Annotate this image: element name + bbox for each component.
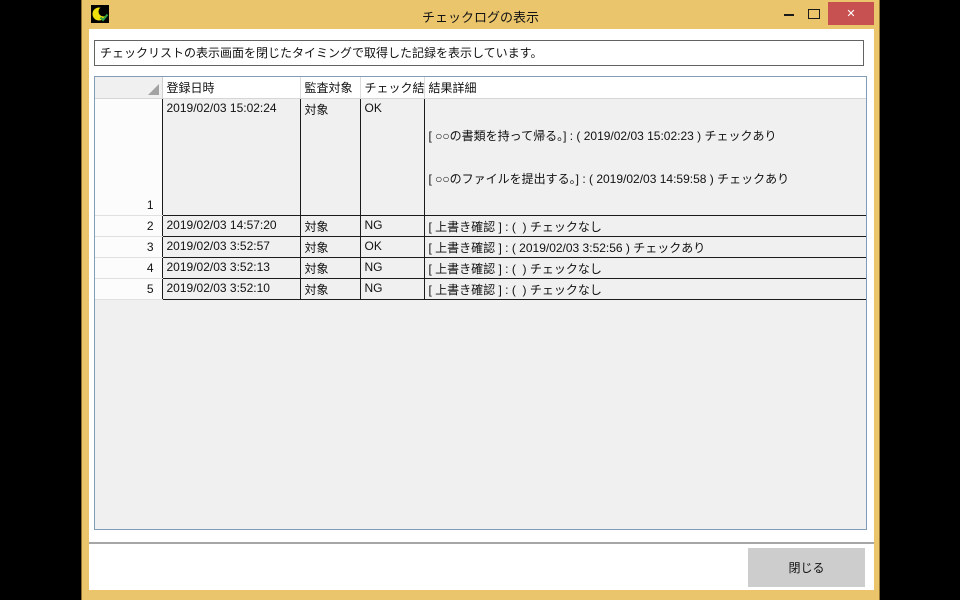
row-number[interactable]: 2 bbox=[95, 215, 162, 236]
table-row[interactable]: 3 2019/02/03 3:52:57 対象 OK [ 上書き確認 ] : (… bbox=[95, 236, 866, 257]
table-row[interactable]: 2 2019/02/03 14:57:20 対象 NG [ 上書き確認 ] : … bbox=[95, 215, 866, 236]
check-log-window: チェックログの表示 ✕ チェックリストの表示画面を閉じたタイミングで取得した記録… bbox=[81, 0, 880, 600]
cell-result-detail[interactable]: [ 上書き確認 ] : ( ) チェックなし bbox=[424, 278, 866, 299]
window-title: チェックログの表示 bbox=[82, 7, 879, 26]
cell-result-detail[interactable]: [ 上書き確認 ] : ( ) チェックなし bbox=[424, 257, 866, 278]
desktop-background: チェックログの表示 ✕ チェックリストの表示画面を閉じたタイミングで取得した記録… bbox=[0, 0, 960, 600]
maximize-button[interactable] bbox=[803, 4, 825, 24]
cell-check-result[interactable]: NG bbox=[360, 278, 424, 299]
cell-audit-target[interactable]: 対象 bbox=[300, 236, 360, 257]
col-header-result-detail[interactable]: 結果詳細 bbox=[424, 77, 866, 98]
table-row[interactable]: 1 2019/02/03 15:02:24 対象 OK [ ○○の書類を持って帰… bbox=[95, 98, 866, 215]
description-textbox[interactable]: チェックリストの表示画面を閉じたタイミングで取得した記録を表示しています。 bbox=[94, 40, 864, 66]
cell-audit-target[interactable]: 対象 bbox=[300, 98, 360, 215]
maximize-icon bbox=[808, 9, 820, 19]
cell-check-result[interactable]: OK bbox=[360, 236, 424, 257]
detail-line: [ ○○のファイルを提出する。] : ( 2019/02/03 14:59:58… bbox=[429, 172, 866, 187]
close-window-button[interactable]: ✕ bbox=[828, 2, 874, 25]
cell-audit-target[interactable]: 対象 bbox=[300, 278, 360, 299]
cell-check-result[interactable]: NG bbox=[360, 215, 424, 236]
row-number[interactable]: 3 bbox=[95, 236, 162, 257]
row-number[interactable]: 1 bbox=[95, 98, 162, 215]
cell-datetime[interactable]: 2019/02/03 3:52:57 bbox=[162, 236, 300, 257]
close-dialog-button[interactable]: 閉じる bbox=[748, 548, 865, 587]
cell-datetime[interactable]: 2019/02/03 3:52:10 bbox=[162, 278, 300, 299]
cell-check-result[interactable]: OK bbox=[360, 98, 424, 215]
cell-result-detail[interactable]: [ 上書き確認 ] : ( ) チェックなし bbox=[424, 215, 866, 236]
cell-datetime[interactable]: 2019/02/03 15:02:24 bbox=[162, 98, 300, 215]
table-row[interactable]: 5 2019/02/03 3:52:10 対象 NG [ 上書き確認 ] : (… bbox=[95, 278, 866, 299]
row-number[interactable]: 5 bbox=[95, 278, 162, 299]
cell-check-result[interactable]: NG bbox=[360, 257, 424, 278]
grid-corner-header[interactable] bbox=[95, 77, 162, 98]
table-row[interactable]: 4 2019/02/03 3:52:13 対象 NG [ 上書き確認 ] : (… bbox=[95, 257, 866, 278]
col-header-datetime[interactable]: 登録日時 bbox=[162, 77, 300, 98]
title-bar[interactable]: チェックログの表示 ✕ bbox=[82, 0, 879, 29]
detail-line: [ ○○の書類を持って帰る。] : ( 2019/02/03 15:02:23 … bbox=[429, 129, 866, 144]
grid-header-row: 登録日時 監査対象 チェック結果 結果詳細 bbox=[95, 77, 866, 98]
close-icon: ✕ bbox=[846, 7, 855, 20]
cell-audit-target[interactable]: 対象 bbox=[300, 257, 360, 278]
cell-result-detail[interactable]: [ 上書き確認 ] : ( 2019/02/03 3:52:56 ) チェックあ… bbox=[424, 236, 866, 257]
row-number[interactable]: 4 bbox=[95, 257, 162, 278]
cell-datetime[interactable]: 2019/02/03 3:52:13 bbox=[162, 257, 300, 278]
cell-datetime[interactable]: 2019/02/03 14:57:20 bbox=[162, 215, 300, 236]
cell-audit-target[interactable]: 対象 bbox=[300, 215, 360, 236]
check-log-table: 登録日時 監査対象 チェック結果 結果詳細 1 2019/02/03 15:02… bbox=[95, 77, 867, 300]
select-all-triangle-icon bbox=[148, 84, 159, 95]
minimize-button[interactable] bbox=[778, 4, 800, 24]
footer-separator bbox=[89, 542, 874, 544]
col-header-audit-target[interactable]: 監査対象 bbox=[300, 77, 360, 98]
check-log-grid: 登録日時 監査対象 チェック結果 結果詳細 1 2019/02/03 15:02… bbox=[94, 76, 867, 530]
cell-result-detail[interactable]: [ ○○の書類を持って帰る。] : ( 2019/02/03 15:02:23 … bbox=[424, 98, 866, 215]
dialog-content: チェックリストの表示画面を閉じたタイミングで取得した記録を表示しています。 登録… bbox=[89, 29, 874, 590]
col-header-check-result[interactable]: チェック結果 bbox=[360, 77, 424, 98]
minimize-icon bbox=[784, 14, 794, 16]
